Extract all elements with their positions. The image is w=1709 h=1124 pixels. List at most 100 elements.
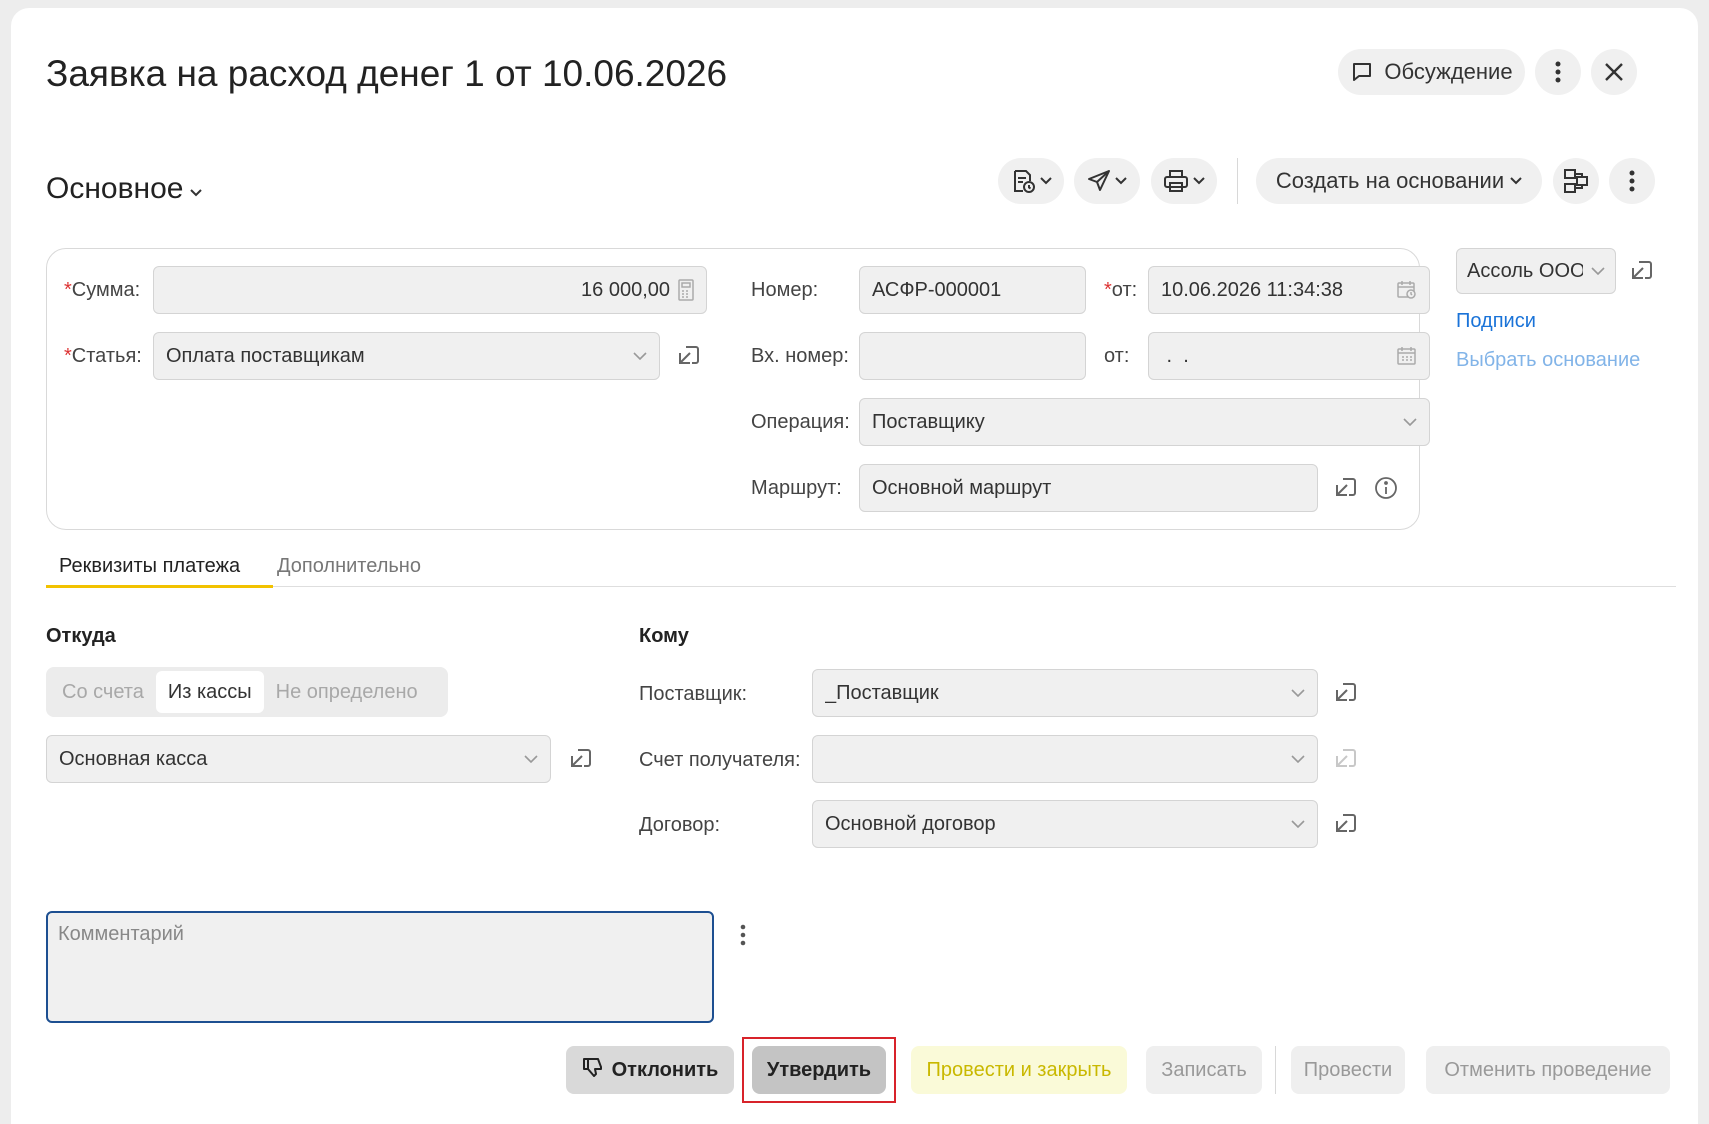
contract-select[interactable]: Основной договор [812, 800, 1318, 848]
incoming-number-label: Вх. номер: [751, 345, 849, 367]
post-and-close-button[interactable]: Провести и закрыть [911, 1046, 1127, 1094]
document-status-menu[interactable] [998, 158, 1064, 204]
tabs-divider [46, 586, 1676, 587]
operation-label: Операция: [751, 411, 850, 433]
document-window: Заявка на расход денег 1 от 10.06.2026 О… [11, 8, 1698, 1124]
cash-select[interactable]: Основная касса [46, 735, 551, 783]
reject-button[interactable]: Отклонить [566, 1046, 734, 1094]
close-icon [1604, 62, 1624, 82]
document-clock-icon [1010, 168, 1036, 194]
calendar-icon[interactable] [1397, 346, 1417, 366]
discussion-button[interactable]: Обсуждение [1338, 49, 1525, 95]
section-label: Основное [46, 172, 184, 205]
toolbar-more-button[interactable] [1609, 158, 1655, 204]
route-value: Основной маршрут [872, 476, 1052, 499]
send-menu[interactable] [1074, 158, 1140, 204]
section-selector[interactable]: Основное [46, 172, 203, 206]
segment-undefined[interactable]: Не определено [264, 671, 430, 713]
info-icon[interactable] [1372, 474, 1400, 502]
chevron-down-icon [1040, 177, 1052, 185]
calendar-clock-icon[interactable] [1397, 280, 1417, 300]
segment-from-account[interactable]: Со счета [50, 671, 156, 713]
chevron-down-icon [1291, 755, 1305, 763]
save-button[interactable]: Записать [1146, 1046, 1262, 1094]
print-menu[interactable] [1151, 158, 1217, 204]
send-icon [1087, 169, 1111, 193]
post-and-close-label: Провести и закрыть [926, 1058, 1112, 1081]
number-label: Номер: [751, 279, 819, 301]
close-button[interactable] [1591, 49, 1637, 95]
date-value: 10.06.2026 11:34:38 [1161, 278, 1344, 301]
article-select[interactable]: Оплата поставщикам [153, 332, 660, 380]
recipient-account-select[interactable] [812, 735, 1318, 783]
cancel-posting-label: Отменить проведение [1444, 1058, 1652, 1081]
create-based-on-button[interactable]: Создать на основании [1256, 158, 1542, 204]
chevron-down-icon [1591, 267, 1605, 275]
route-field[interactable]: Основной маршрут [859, 464, 1318, 512]
operation-value: Поставщику [872, 410, 985, 433]
chevron-down-icon [1510, 177, 1522, 185]
approve-button[interactable]: Утвердить [752, 1046, 886, 1094]
sum-field[interactable]: 16 000,00 [153, 266, 707, 314]
operation-select[interactable]: Поставщику [859, 398, 1430, 446]
chevron-down-icon [1403, 418, 1417, 426]
from-section-title: Откуда [46, 625, 116, 647]
save-label: Записать [1161, 1058, 1247, 1081]
hierarchy-icon [1563, 168, 1589, 194]
active-tab-indicator [46, 585, 273, 588]
signatures-link[interactable]: Подписи [1456, 310, 1536, 333]
date-label: *от: [1104, 279, 1138, 301]
sum-label: *Сумма: [64, 279, 141, 301]
tab-payment-details[interactable]: Реквизиты платежа [59, 555, 240, 578]
open-recipient-account-icon [1332, 745, 1360, 773]
discussion-label: Обсуждение [1384, 59, 1513, 84]
chevron-down-icon [189, 172, 203, 206]
open-supplier-icon[interactable] [1332, 679, 1360, 707]
recipient-account-label: Счет получателя: [639, 749, 801, 771]
open-article-icon[interactable] [675, 342, 703, 370]
footer-divider [1275, 1046, 1276, 1094]
reject-label: Отклонить [611, 1058, 719, 1081]
post-label: Провести [1303, 1058, 1393, 1081]
create-based-label: Создать на основании [1275, 168, 1505, 193]
route-label: Маршрут: [751, 477, 842, 499]
approve-label: Утвердить [766, 1058, 872, 1081]
comment-textarea[interactable]: Комментарий [46, 911, 714, 1023]
more-vertical-icon [1555, 61, 1561, 83]
date-field[interactable]: 10.06.2026 11:34:38 [1148, 266, 1430, 314]
open-cash-icon[interactable] [567, 745, 595, 773]
incoming-number-field[interactable] [859, 332, 1086, 380]
organization-select[interactable]: Ассоль ООО [1456, 248, 1616, 294]
toolbar-divider [1237, 158, 1238, 204]
number-value: АСФР-000001 [872, 278, 1002, 301]
comment-placeholder: Комментарий [58, 923, 184, 945]
sum-value: 16 000,00 [581, 278, 670, 301]
more-vertical-icon [1629, 170, 1635, 192]
post-button[interactable]: Провести [1291, 1046, 1405, 1094]
chevron-down-icon [633, 352, 647, 360]
comment-more-icon[interactable] [729, 921, 757, 949]
incoming-date-label: от: [1104, 345, 1130, 367]
structure-button[interactable] [1553, 158, 1599, 204]
open-route-icon[interactable] [1332, 474, 1360, 502]
number-field[interactable]: АСФР-000001 [859, 266, 1086, 314]
incoming-date-value: . . [1161, 344, 1189, 367]
chevron-down-icon [1291, 820, 1305, 828]
chevron-down-icon [1193, 177, 1205, 185]
article-label: *Статья: [64, 345, 142, 367]
cancel-posting-button[interactable]: Отменить проведение [1426, 1046, 1670, 1094]
choose-basis-link[interactable]: Выбрать основание [1456, 349, 1640, 372]
segment-from-cash[interactable]: Из кассы [155, 671, 264, 713]
calculator-icon[interactable] [678, 279, 694, 301]
supplier-select[interactable]: _Поставщик [812, 669, 1318, 717]
tab-additional[interactable]: Дополнительно [277, 555, 421, 578]
source-segmented-control: Со счета Из кассы Не определено [46, 667, 448, 717]
cash-value: Основная касса [59, 747, 208, 770]
printer-icon [1163, 169, 1189, 193]
supplier-label: Поставщик: [639, 683, 748, 705]
open-organization-icon[interactable] [1628, 257, 1656, 285]
open-contract-icon[interactable] [1332, 810, 1360, 838]
chevron-down-icon [1291, 689, 1305, 697]
incoming-date-field[interactable]: . . [1148, 332, 1430, 380]
header-more-button[interactable] [1535, 49, 1581, 95]
